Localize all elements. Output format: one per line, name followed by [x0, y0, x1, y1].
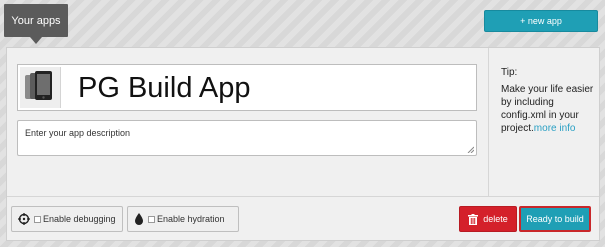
tab-your-apps-label: Your apps [11, 14, 61, 27]
new-app-label: + new app [520, 16, 562, 26]
app-description-input[interactable]: Enter your app description [17, 120, 477, 156]
app-name-field[interactable]: PG Build App [17, 64, 477, 111]
enable-hydration-checkbox[interactable] [148, 215, 155, 223]
tab-your-apps[interactable]: Your apps [4, 4, 68, 37]
action-bar: Enable debugging Enable hydration delete… [7, 196, 599, 240]
app-name-text: PG Build App [78, 72, 251, 104]
enable-hydration-label: Enable hydration [157, 214, 225, 224]
enable-debugging-label: Enable debugging [43, 214, 116, 224]
resize-grip-icon[interactable] [467, 146, 474, 153]
delete-button[interactable]: delete [459, 206, 517, 232]
crosshair-icon [18, 213, 30, 225]
tip-text: Tip: Make your life easier by including … [501, 66, 597, 135]
app-card: PG Build App Enter your app description … [6, 47, 600, 241]
ready-to-build-label: Ready to build [526, 214, 584, 224]
new-app-button[interactable]: + new app [484, 10, 598, 32]
app-description-placeholder: Enter your app description [25, 128, 131, 138]
delete-label: delete [483, 214, 508, 224]
tip-panel: Tip: Make your life easier by including … [489, 48, 599, 196]
water-drop-icon [135, 213, 143, 225]
enable-debugging-checkbox[interactable] [34, 215, 41, 223]
enable-hydration-button[interactable]: Enable hydration [127, 206, 239, 232]
tip-heading: Tip: [501, 67, 518, 78]
tip-more-info-link[interactable]: more info [534, 123, 576, 134]
phone-stack-icon[interactable] [20, 67, 61, 108]
tab-caret [30, 37, 42, 44]
ready-to-build-button[interactable]: Ready to build [519, 206, 591, 232]
trash-icon [468, 213, 479, 225]
app-details: PG Build App Enter your app description [7, 48, 489, 196]
enable-debugging-button[interactable]: Enable debugging [11, 206, 123, 232]
